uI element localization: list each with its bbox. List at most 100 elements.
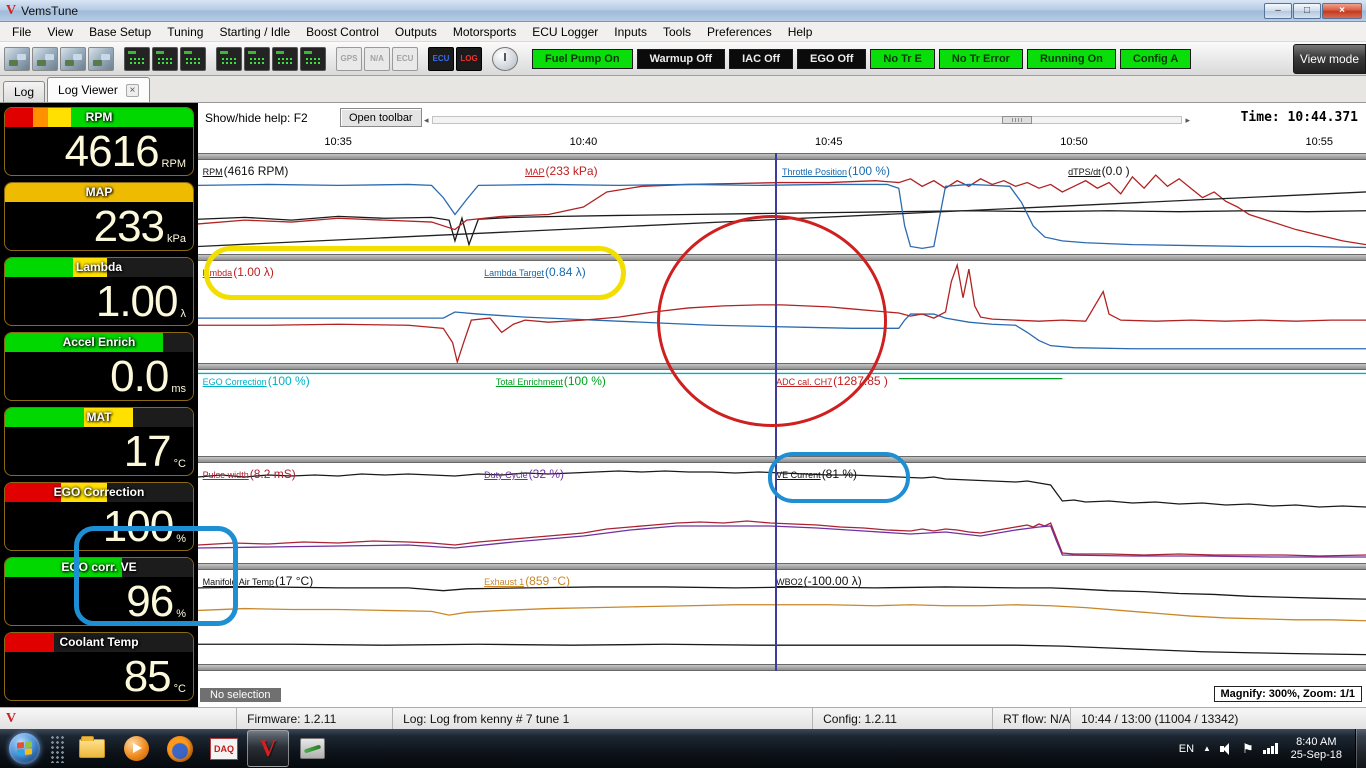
scene-icon-1[interactable] [4, 46, 30, 71]
signal-label-total-enrichment[interactable]: Total Enrichment(100 %) [496, 372, 606, 390]
signal-label-lambda-target[interactable]: Lambda Target(0.84 λ) [484, 263, 586, 281]
signal-label-ego-correction[interactable]: EGO Correction(100 %) [203, 372, 310, 390]
menu-item-boost-control[interactable]: Boost Control [298, 22, 387, 42]
close-button[interactable]: × [1322, 2, 1362, 19]
status-ego-off[interactable]: EGO Off [796, 48, 867, 69]
signal-label-map[interactable]: MAP(233 kPa) [525, 162, 598, 180]
panel-separator [198, 456, 1366, 463]
tab-log-viewer[interactable]: Log Viewer × [47, 77, 150, 102]
menu-item-base-setup[interactable]: Base Setup [81, 22, 159, 42]
chart-scrollbar[interactable]: ◂ ▸ [424, 114, 1190, 126]
signal-label-pulse-width[interactable]: Pulse width(8.2 mS) [203, 465, 296, 483]
scrollbar-track[interactable] [431, 116, 1183, 124]
signal-label-exhaust-1[interactable]: Exhaust 1(859 °C) [484, 572, 570, 590]
signal-label-lambda[interactable]: lambda(1.00 λ) [203, 263, 274, 281]
signal-label-duty-cycle[interactable]: Duty Cycle(32 %) [484, 465, 564, 483]
firefox-icon [167, 735, 193, 762]
menu-item-view[interactable]: View [39, 22, 81, 42]
taskbar-grip-handle[interactable] [50, 734, 64, 763]
signal-name: VE Current [776, 470, 821, 480]
signal-label-manifold-air-temp[interactable]: Manifold Air Temp(17 °C) [203, 572, 314, 590]
taskbar-firefox[interactable] [159, 730, 201, 767]
signal-label-wbo2[interactable]: WBO2(-100.00 λ) [776, 572, 862, 590]
maximize-button[interactable]: □ [1293, 2, 1321, 19]
volume-icon[interactable] [1219, 742, 1233, 755]
gauge-bar: RPM [5, 108, 193, 127]
signal-value: (859 °C) [525, 574, 570, 588]
menu-item-ecu-logger[interactable]: ECU Logger [524, 22, 606, 42]
gps-icon[interactable]: GPS [336, 46, 362, 71]
table-view-icon-2[interactable] [152, 46, 178, 71]
status-fuel-pump-on[interactable]: Fuel Pump On [532, 48, 633, 69]
status-running-on[interactable]: Running On [1026, 48, 1116, 69]
taskbar-explorer[interactable] [71, 730, 113, 767]
menu-item-file[interactable]: File [4, 22, 39, 42]
title-bar: V VemsTune – □ × [0, 0, 1366, 22]
signal-label-rpm[interactable]: RPM(4616 RPM) [203, 162, 289, 180]
signal-label-adc-cal-ch7[interactable]: ADC cal. CH7(1287.85 ) [776, 372, 888, 390]
menu-item-tuning[interactable]: Tuning [159, 22, 211, 42]
scene-icon-2[interactable] [32, 46, 58, 71]
ch art-footer: No selection Magnify: 300%, Zoom: 1/1 [200, 686, 1362, 702]
menu-item-starting-idle[interactable]: Starting / Idle [211, 22, 298, 42]
panel-separator [198, 664, 1366, 671]
status-no-tr-e[interactable]: No Tr E [870, 48, 935, 69]
menu-item-outputs[interactable]: Outputs [387, 22, 445, 42]
menu-item-preferences[interactable]: Preferences [699, 22, 780, 42]
tray-expand-icon[interactable]: ▲ [1203, 744, 1211, 753]
action-center-flag-icon[interactable]: ⚑ [1242, 742, 1254, 755]
language-indicator[interactable]: EN [1179, 743, 1194, 755]
scene-icon-4[interactable] [88, 46, 114, 71]
network-icon[interactable] [1262, 743, 1278, 754]
table-view-icon-4[interactable] [216, 46, 242, 71]
cursor-time-label: Time: 10:44.371 [1240, 110, 1358, 125]
clock-icon[interactable] [492, 46, 518, 71]
signal-label-ve-current[interactable]: VE Current(81 %) [776, 465, 857, 483]
axis-tick: 10:45 [814, 136, 843, 148]
menu-item-tools[interactable]: Tools [655, 22, 699, 42]
taskbar-daq[interactable]: DAQ [203, 730, 245, 767]
signal-label-throttle-position[interactable]: Throttle Position(100 %) [782, 162, 890, 180]
table-view-icon-7[interactable] [300, 46, 326, 71]
taskbar-media-player[interactable] [115, 730, 157, 767]
signal-value: (100 %) [267, 374, 310, 388]
menu-item-motorsports[interactable]: Motorsports [445, 22, 524, 42]
view-mode-button[interactable]: View mode [1292, 43, 1366, 74]
na-icon[interactable]: N/A [364, 46, 390, 71]
taskbar-clock[interactable]: 8:40 AM 25-Sep-18 [1291, 736, 1342, 762]
gauge-bar: EGO Correction [5, 483, 193, 502]
table-view-icon-3[interactable] [180, 46, 206, 71]
gauge-unit: kPa [167, 233, 186, 245]
status-iac-off[interactable]: IAC Off [729, 48, 793, 69]
signal-value: (0.84 λ) [545, 265, 586, 279]
ecu-connect-icon[interactable]: ECU [428, 46, 454, 71]
scroll-left-arrow[interactable]: ◂ [424, 114, 429, 126]
taskbar-vemstune[interactable]: V [247, 730, 289, 767]
signal-label-dtps-dt[interactable]: dTPS/dt(0.0 ) [1068, 162, 1130, 180]
status-config-a[interactable]: Config A [1119, 48, 1192, 69]
start-button[interactable] [9, 733, 40, 764]
table-view-icon-6[interactable] [272, 46, 298, 71]
scroll-right-arrow[interactable]: ▸ [1185, 114, 1190, 126]
minimize-button[interactable]: – [1264, 2, 1292, 19]
status-no-tr-error[interactable]: No Tr Error [938, 48, 1023, 69]
panel-plot-2 [198, 261, 1366, 363]
time-cursor[interactable] [774, 153, 777, 671]
ecu-log-icon[interactable]: LOG [456, 46, 482, 71]
scene-icon-3[interactable] [60, 46, 86, 71]
table-view-icon-5[interactable] [244, 46, 270, 71]
axis-tick: 10:50 [1060, 136, 1088, 148]
tab-log[interactable]: Log [3, 81, 46, 102]
table-view-icon-1[interactable] [124, 46, 150, 71]
gauge-number: 85 [123, 652, 172, 701]
open-toolbar-button[interactable]: Open toolbar [340, 108, 422, 127]
chart-panel-1: RPM(4616 RPM) MAP(233 kPa) Throttle Positi… [198, 160, 1366, 254]
scrollbar-thumb[interactable] [1001, 116, 1032, 124]
menu-item-help[interactable]: Help [780, 22, 821, 42]
show-desktop-button[interactable] [1355, 729, 1366, 768]
tab-close-icon[interactable]: × [125, 83, 139, 97]
ecu-offline-icon[interactable]: ECU [392, 46, 418, 71]
status-warmup-off[interactable]: Warmup Off [636, 48, 726, 69]
taskbar-utility[interactable] [291, 730, 333, 767]
menu-item-inputs[interactable]: Inputs [606, 22, 655, 42]
